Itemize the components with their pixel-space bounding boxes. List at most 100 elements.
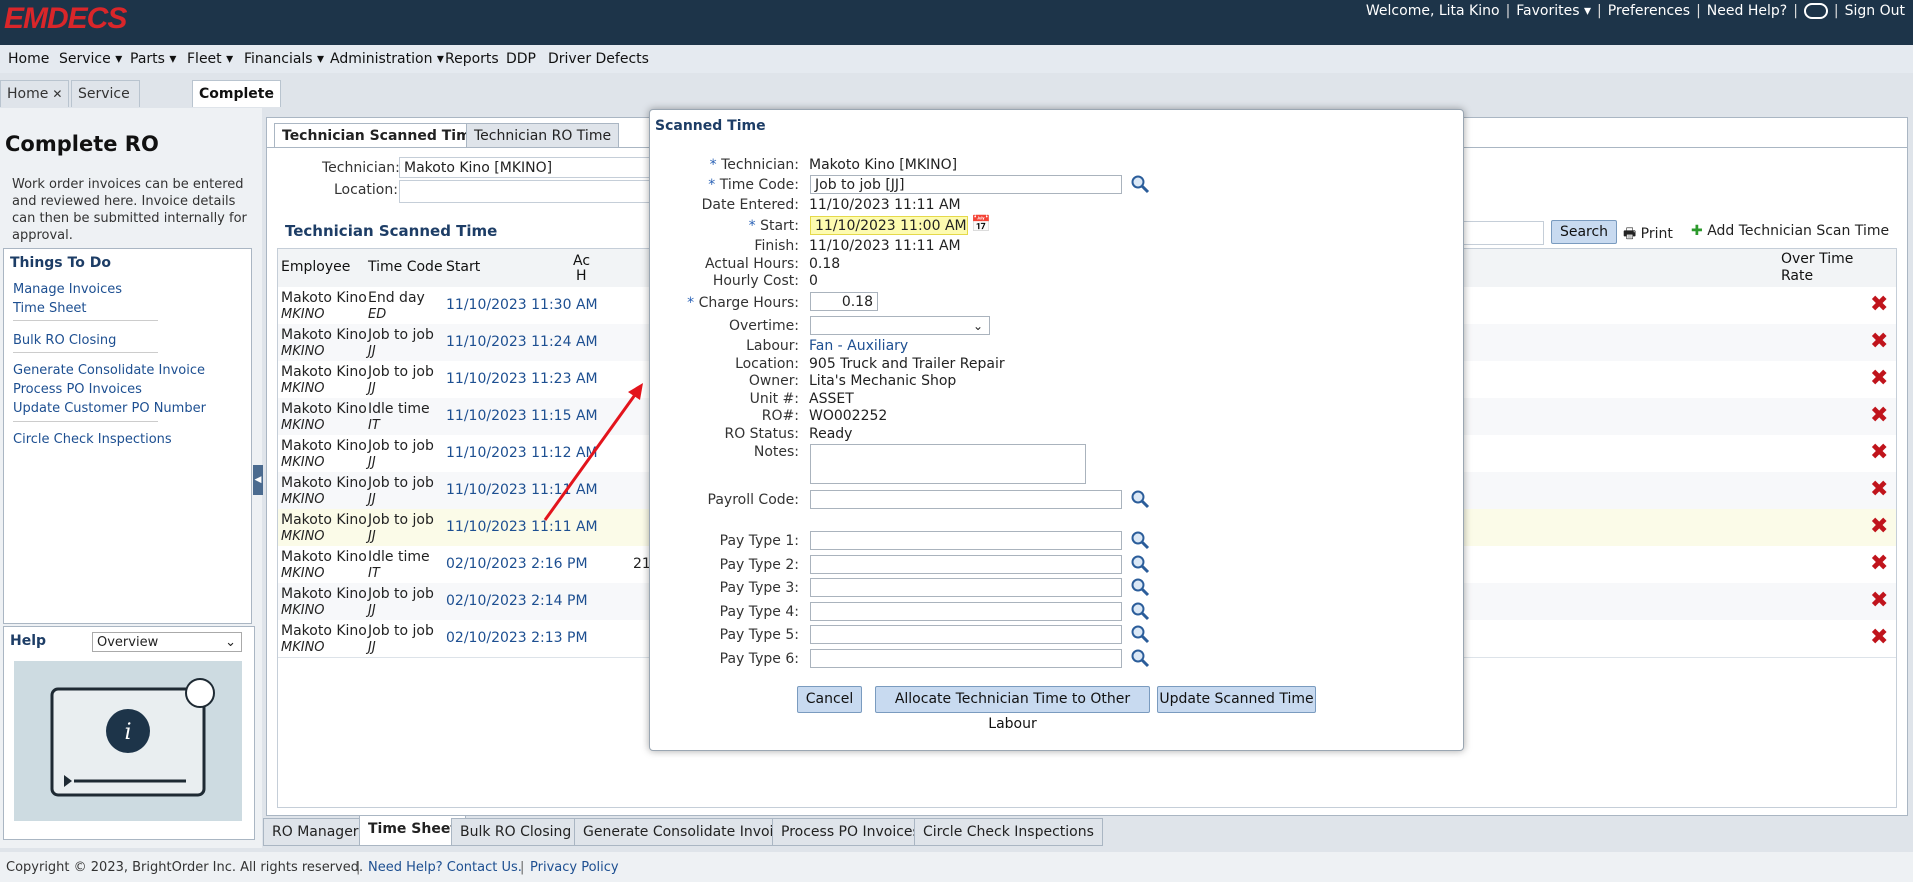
search-icon[interactable]	[1130, 530, 1150, 550]
menu-reports[interactable]: Reports	[445, 51, 499, 67]
delete-icon[interactable]: ✖	[1870, 627, 1888, 649]
menu-service[interactable]: Service ▾	[59, 51, 122, 67]
pay-type-5-input[interactable]	[810, 625, 1122, 644]
start-input[interactable]: 11/10/2023 11:00 AM	[810, 216, 968, 235]
search-button[interactable]: Search	[1551, 220, 1617, 244]
menu-financials[interactable]: Financials ▾	[244, 51, 324, 67]
welcome-text: Welcome, Lita Kino	[1365, 3, 1500, 19]
col-hours[interactable]: H	[576, 268, 587, 284]
update-scanned-time-button[interactable]: Update Scanned Time	[1157, 686, 1316, 713]
delete-icon[interactable]: ✖	[1870, 516, 1888, 538]
todo-update-customer-po[interactable]: Update Customer PO Number	[13, 401, 206, 416]
search-icon[interactable]	[1130, 577, 1150, 597]
col-time-code[interactable]: Time Code	[368, 259, 443, 275]
delete-icon[interactable]: ✖	[1870, 331, 1888, 353]
charge-hours-input[interactable]: 0.18	[810, 292, 878, 311]
chevron-down-icon: ⌄	[972, 319, 983, 333]
todo-time-sheet[interactable]: Time Sheet	[13, 301, 87, 316]
payroll-code-input[interactable]	[810, 490, 1122, 509]
technician-value: Makoto Kino [MKINO]	[809, 157, 958, 173]
pay-type-3-input[interactable]	[810, 578, 1122, 597]
pay-type-2-input[interactable]	[810, 555, 1122, 574]
allocate-time-button[interactable]: Allocate Technician Time to Other Labour	[875, 686, 1150, 732]
bottom-tab-circle-check[interactable]: Circle Check Inspections	[914, 818, 1103, 846]
cancel-button[interactable]: Cancel	[797, 686, 862, 713]
dialog-title: Scanned Time	[655, 118, 766, 134]
col-actual[interactable]: Ac	[573, 253, 590, 269]
finish-value: 11/10/2023 11:11 AM	[809, 238, 961, 254]
search-icon[interactable]	[1130, 601, 1150, 621]
chat-icon[interactable]	[1803, 3, 1828, 19]
menu-administration[interactable]: Administration ▾	[330, 51, 444, 67]
delete-icon[interactable]: ✖	[1870, 553, 1888, 575]
help-video-thumbnail[interactable]: i	[14, 661, 242, 821]
menu-parts[interactable]: Parts ▾	[130, 51, 176, 67]
help-box: Help Overview ⌄ i	[3, 626, 255, 840]
unit-value: ASSET	[809, 391, 854, 407]
bottom-tab-generate-consolidate[interactable]: Generate Consolidate Invoice	[574, 818, 799, 846]
menu-ddp[interactable]: DDP	[506, 51, 536, 67]
things-to-do-title: Things To Do	[10, 255, 111, 271]
overtime-select[interactable]: ⌄	[810, 316, 990, 335]
location-value: 905 Truck and Trailer Repair	[809, 356, 1005, 372]
technician-filter-field[interactable]: Makoto Kino [MKINO]	[399, 157, 659, 178]
search-icon[interactable]	[1130, 554, 1150, 574]
bottom-tab-process-po[interactable]: Process PO Invoices	[772, 818, 929, 846]
tab-complete-ro[interactable]: Complete RO✕	[192, 80, 281, 128]
collapse-panel-icon[interactable]: ◀	[253, 465, 263, 495]
pay-type-6-input[interactable]	[810, 649, 1122, 668]
bottom-tab-ro-manager[interactable]: RO Manager	[263, 818, 368, 846]
search-icon[interactable]	[1130, 489, 1150, 509]
col-start[interactable]: Start	[446, 259, 480, 275]
delete-icon[interactable]: ✖	[1870, 405, 1888, 427]
delete-icon[interactable]: ✖	[1870, 442, 1888, 464]
bottom-tab-time-sheet[interactable]: Time Sheet	[359, 815, 467, 846]
tab-technician-ro-time[interactable]: Technician RO Time	[466, 123, 620, 148]
menu-driver-defects[interactable]: Driver Defects	[548, 51, 649, 67]
tab-home[interactable]: Home ✕	[0, 80, 70, 107]
todo-manage-invoices[interactable]: Manage Invoices	[13, 282, 122, 297]
help-topic-select[interactable]: Overview ⌄	[92, 632, 242, 652]
search-icon[interactable]	[1130, 648, 1150, 668]
notes-textarea[interactable]	[810, 444, 1086, 484]
location-filter-label: Location:	[334, 182, 398, 198]
delete-icon[interactable]: ✖	[1870, 294, 1888, 316]
bottom-tab-bulk-ro-closing[interactable]: Bulk RO Closing	[451, 818, 581, 846]
tab-technician-scanned-time[interactable]: Technician Scanned Time	[274, 123, 489, 148]
close-icon[interactable]: ✕	[52, 87, 62, 101]
technician-filter-label: Technician:	[322, 160, 400, 176]
col-employee[interactable]: Employee	[281, 259, 350, 275]
todo-process-po-invoices[interactable]: Process PO Invoices	[13, 382, 142, 397]
labour-link[interactable]: Fan - Auxiliary	[809, 338, 908, 354]
contact-us-link[interactable]: Need Help? Contact Us.	[368, 860, 522, 875]
print-button[interactable]: 🖶 Print	[1623, 223, 1673, 247]
todo-circle-check[interactable]: Circle Check Inspections	[13, 432, 172, 447]
delete-icon[interactable]: ✖	[1870, 590, 1888, 612]
search-input[interactable]	[1462, 221, 1544, 245]
favorites-link[interactable]: Favorites ▾	[1516, 3, 1591, 19]
top-links: Welcome, Lita Kino | Favorites ▾ | Prefere…	[1365, 3, 1905, 19]
chevron-down-icon: ⌄	[225, 635, 236, 650]
need-help-link[interactable]: Need Help?	[1707, 3, 1787, 19]
todo-generate-consolidate-invoice[interactable]: Generate Consolidate Invoice	[13, 363, 205, 378]
search-icon[interactable]	[1130, 624, 1150, 644]
preferences-link[interactable]: Preferences	[1608, 3, 1690, 19]
col-rate[interactable]: Rate	[1781, 268, 1813, 284]
col-over-time[interactable]: Over Time	[1781, 251, 1853, 267]
pay-type-1-input[interactable]	[810, 531, 1122, 550]
calendar-clock-icon[interactable]: 📅	[971, 214, 991, 233]
time-code-input[interactable]: Job to job [JJ]	[810, 175, 1122, 194]
copyright: Copyright © 2023, BrightOrder Inc. All r…	[6, 860, 364, 875]
tab-service-board[interactable]: Service Board✕	[71, 80, 141, 128]
search-icon[interactable]	[1130, 174, 1150, 194]
menu-home[interactable]: Home	[8, 51, 49, 67]
privacy-policy-link[interactable]: Privacy Policy	[530, 860, 619, 875]
add-scan-time-button[interactable]: ✚ Add Technician Scan Time	[1691, 223, 1889, 239]
sign-out-link[interactable]: Sign Out	[1845, 3, 1905, 19]
pay-type-4-input[interactable]	[810, 602, 1122, 621]
delete-icon[interactable]: ✖	[1870, 479, 1888, 501]
todo-bulk-ro-closing[interactable]: Bulk RO Closing	[13, 333, 116, 348]
menu-fleet[interactable]: Fleet ▾	[187, 51, 233, 67]
delete-icon[interactable]: ✖	[1870, 368, 1888, 390]
location-filter-field[interactable]	[399, 180, 661, 203]
